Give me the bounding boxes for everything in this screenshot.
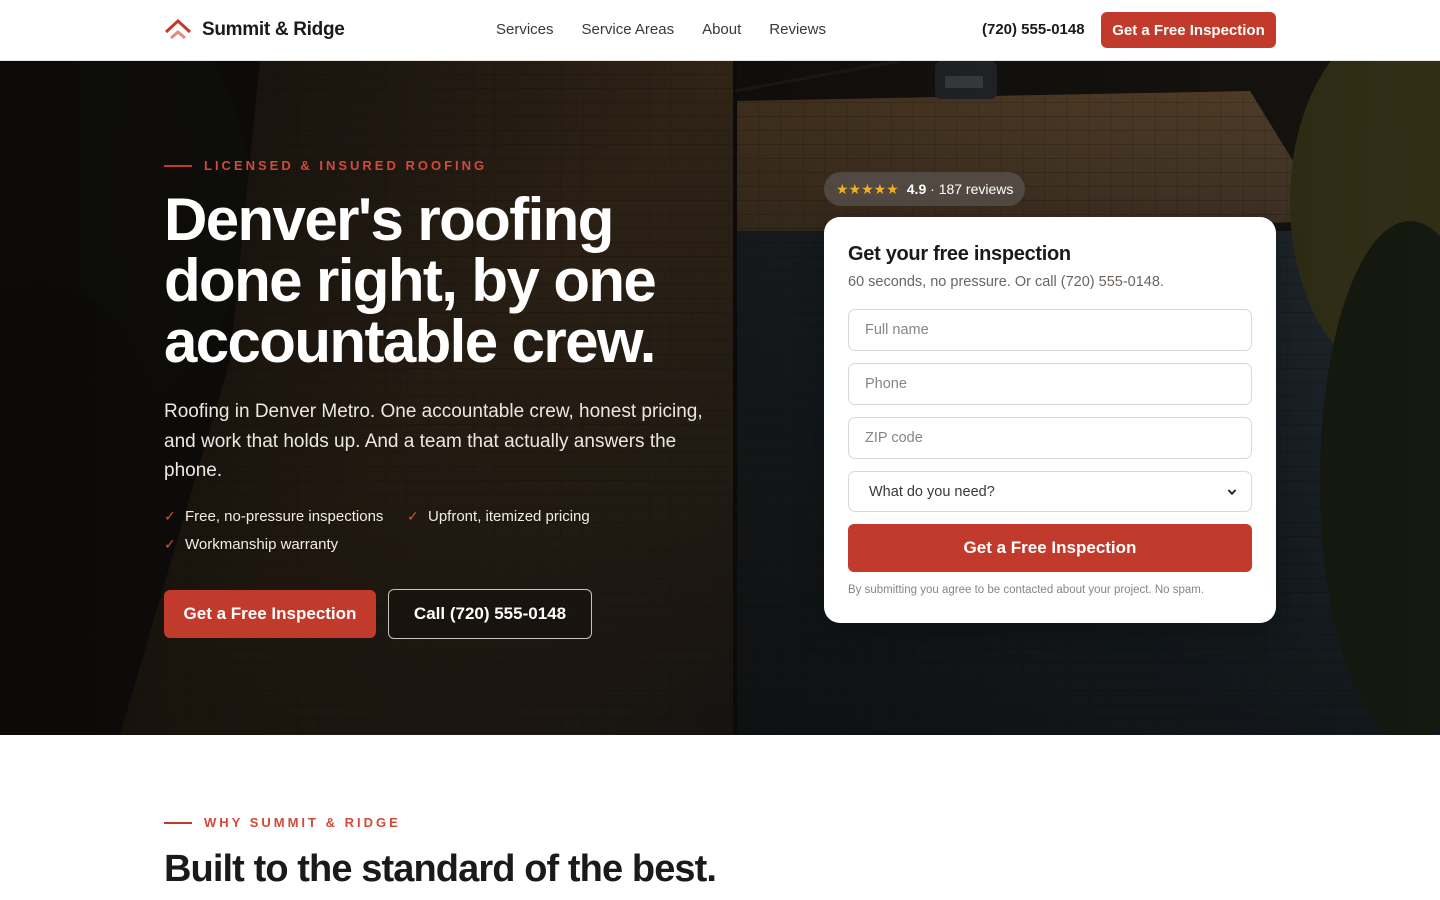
feature-text: Upfront, itemized pricing — [428, 508, 590, 525]
brand-logo-link[interactable]: Summit & Ridge — [164, 17, 345, 43]
zip-code-input[interactable] — [848, 417, 1252, 459]
why-section-title: Built to the standard of the best. — [164, 848, 717, 890]
form-title: Get your free inspection — [848, 243, 1071, 265]
checkmark-icon: ✓ — [164, 508, 176, 524]
hero-title: Denver's roofing done right, by one acco… — [164, 186, 657, 375]
feature-text: Free, no-pressure inspections — [185, 508, 384, 525]
checkmark-icon: ✓ — [407, 508, 419, 524]
form-subtitle: 60 seconds, no pressure. Or call (720) 5… — [848, 274, 1164, 290]
why-eyebrow-text: Why Summit & Ridge — [204, 815, 401, 830]
nav-link-services[interactable]: Services — [496, 19, 554, 41]
eyebrow-accent-line — [164, 164, 192, 167]
main-nav: Services Service Areas About Reviews — [496, 19, 826, 41]
feature-item: ✓ Upfront, itemized pricing — [407, 508, 590, 525]
nav-link-service-areas[interactable]: Service Areas — [582, 19, 675, 41]
star-rating-icon: ★★★★★ — [836, 180, 899, 197]
rating-separator: · — [926, 181, 939, 197]
nav-link-reviews[interactable]: Reviews — [769, 19, 826, 41]
rating-badge: ★★★★★ 4.9 · 187 reviews — [824, 172, 1026, 206]
phone-input[interactable] — [848, 363, 1252, 405]
full-name-input[interactable] — [848, 309, 1252, 351]
service-need-select[interactable]: What do you need? — [848, 471, 1252, 512]
feature-item: ✓ Free, no-pressure inspections — [164, 508, 383, 525]
hero-subtitle: Roofing in Denver Metro. One accountable… — [164, 401, 703, 481]
header-inspection-button[interactable]: Get a Free Inspection — [1101, 12, 1276, 48]
why-eyebrow: Why Summit & Ridge — [164, 815, 401, 830]
form-legal-note: By submitting you agree to be contacted … — [848, 584, 1205, 596]
nav-link-about[interactable]: About — [702, 19, 741, 41]
rating-review-count: 187 reviews — [938, 181, 1014, 197]
checkmark-icon: ✓ — [164, 536, 176, 552]
service-need-select-value: What do you need? — [869, 483, 995, 500]
header-phone-link[interactable]: (720) 555-0148 — [982, 19, 1085, 41]
hero-inspection-button[interactable]: Get a Free Inspection — [164, 590, 376, 638]
hero-eyebrow-text: Licensed & Insured Roofing — [204, 158, 488, 173]
chevron-down-icon — [1227, 488, 1237, 495]
feature-item: ✓ Workmanship warranty — [164, 536, 338, 553]
hero-eyebrow: Licensed & Insured Roofing — [164, 158, 487, 173]
site-header: Summit & Ridge Services Service Areas Ab… — [0, 0, 1440, 61]
rating-score: 4.9 — [906, 181, 927, 197]
form-submit-button[interactable]: Get a Free Inspection — [848, 524, 1252, 572]
inspection-form-card: Get your free inspection 60 seconds, no … — [824, 217, 1276, 623]
eyebrow-accent-line — [164, 821, 192, 824]
brand-name: Summit & Ridge — [202, 19, 345, 40]
hero-section: Licensed & Insured Roofing Denver's roof… — [0, 61, 1440, 735]
roof-chevron-icon — [164, 19, 192, 40]
hero-call-button[interactable]: Call (720) 555-0148 — [388, 589, 592, 639]
feature-text: Workmanship warranty — [185, 536, 339, 553]
rating-text: 4.9 · 187 reviews — [907, 181, 1014, 197]
